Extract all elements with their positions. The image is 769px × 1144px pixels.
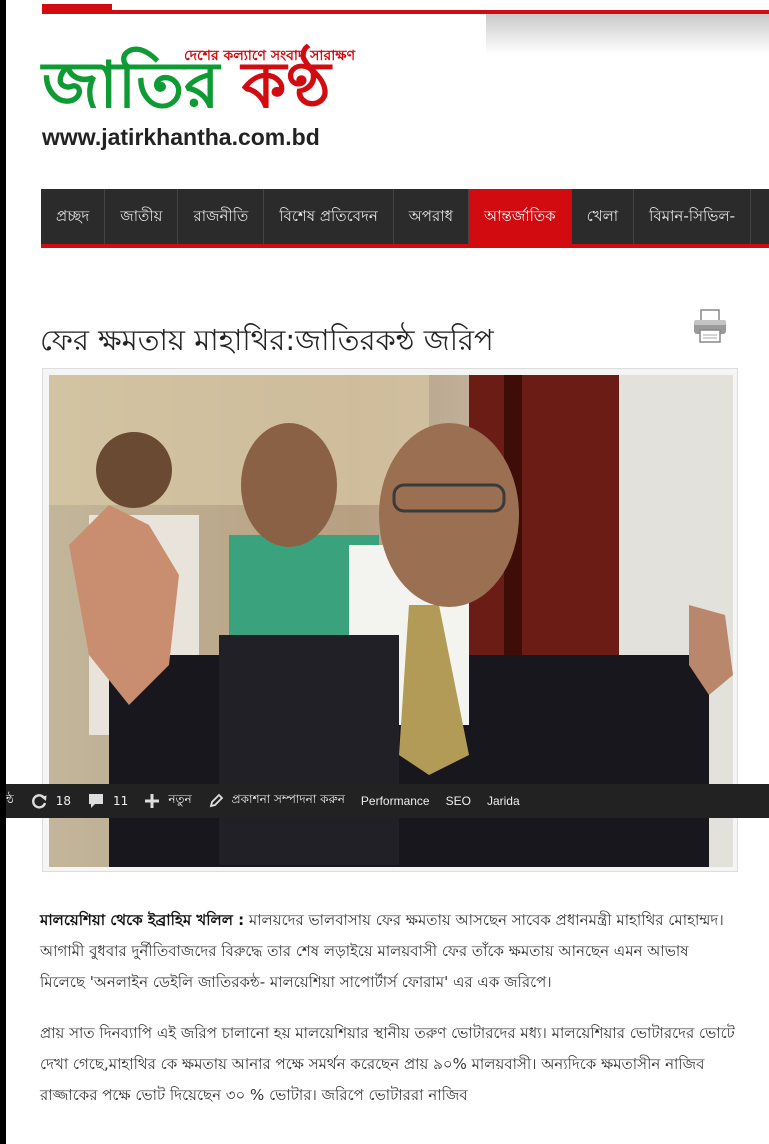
admin-performance[interactable]: Performance — [361, 794, 430, 808]
updates-count: 18 — [55, 794, 72, 808]
paragraph-2: প্রায় সাত দিনব্যাপি এই জরিপ চালানো হয় … — [40, 1024, 735, 1104]
logo-wordmark: জাতির কণ্ঠ — [42, 50, 331, 122]
nav-item-national[interactable]: জাতীয় — [105, 189, 179, 245]
nav-item-sports[interactable]: খেলা — [572, 189, 635, 245]
comments-count: 11 — [113, 794, 129, 808]
nav-item-international[interactable]: আন্তর্জাতিক — [468, 189, 572, 245]
site-logo[interactable]: দেশের কল্যাণে সংবাদ সারাক্ষণ জাতির কণ্ঠ … — [42, 40, 382, 155]
nav-item-politics[interactable]: রাজনীতি — [178, 189, 265, 245]
edit-post-label: প্রকাশনা সম্পাদনা করুন — [231, 792, 345, 806]
nav-bottom-rule — [41, 244, 769, 248]
admin-edit-post[interactable]: প্রকাশনা সম্পাদনা করুন — [208, 791, 345, 811]
logo-url: www.jatirkhantha.com.bd — [42, 124, 320, 150]
plus-icon — [145, 794, 160, 808]
admin-toolbar: ন্ঠ 18 11 নতুন প্রকাশনা সম্পাদনা করুন Pe… — [6, 784, 769, 818]
print-icon[interactable] — [692, 308, 728, 344]
admin-updates[interactable]: 18 — [30, 792, 71, 810]
new-label: নতুন — [168, 792, 192, 806]
admin-comments[interactable]: 11 — [87, 792, 128, 810]
admin-site-name[interactable]: ন্ঠ — [6, 791, 14, 811]
main-nav: প্রচ্ছদ জাতীয় রাজনীতি বিশেষ প্রতিবেদন অ… — [41, 189, 769, 245]
byline: মালয়েশিয়া থেকে ইব্রাহিম খলিল : — [40, 911, 245, 929]
nav-item-crime[interactable]: অপরাধ — [394, 189, 469, 245]
logo-word-2: কণ্ঠ — [241, 49, 331, 123]
article-body: মালয়েশিয়া থেকে ইব্রাহিম খলিল : মালয়দে… — [40, 905, 736, 1131]
page: দেশের কল্যাণে সংবাদ সারাক্ষণ জাতির কণ্ঠ … — [6, 0, 769, 1144]
pencil-icon — [209, 793, 223, 808]
paragraph-1: মালয়েশিয়া থেকে ইব্রাহিম খলিল : মালয়দে… — [40, 905, 736, 998]
nav-item-aviation[interactable]: বিমান-সিভিল- — [634, 189, 752, 245]
nav-item-home[interactable]: প্রচ্ছদ — [41, 189, 106, 245]
nav-item-special-report[interactable]: বিশেষ প্রতিবেদন — [264, 189, 394, 245]
admin-new[interactable]: নতুন — [144, 791, 192, 811]
refresh-icon — [31, 794, 47, 809]
article-title: ফের ক্ষমতায় মাহাথির:জাতিরকন্ঠ জরিপ — [40, 323, 494, 357]
admin-theme[interactable]: Jarida — [487, 794, 520, 808]
comment-icon — [89, 794, 104, 808]
logo-word-1: জাতির — [42, 49, 220, 123]
header-shadow — [486, 14, 769, 54]
admin-seo[interactable]: SEO — [446, 794, 471, 808]
